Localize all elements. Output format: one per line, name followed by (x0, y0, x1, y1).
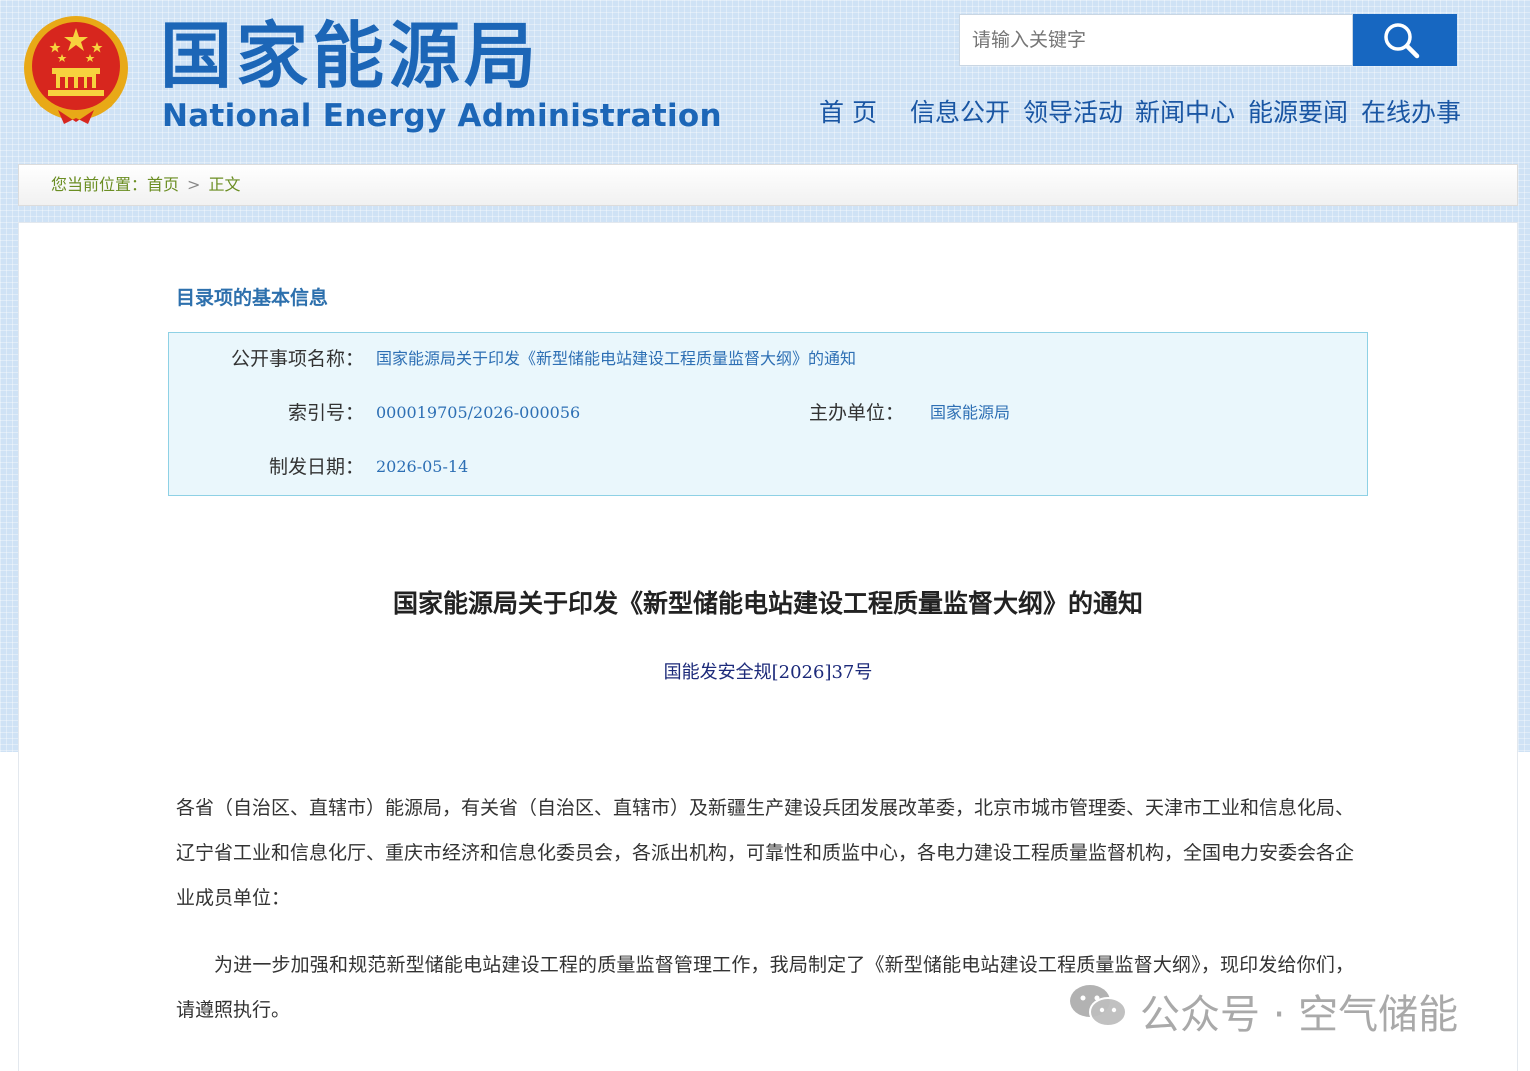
nav-item-online-services[interactable]: 在线办事 (1361, 94, 1461, 132)
site-header: 国家能源局 National Energy Administration 首 页… (0, 0, 1530, 165)
breadcrumb-prefix: 您当前位置： (51, 175, 148, 194)
info-label-org: 主办单位： (808, 402, 904, 424)
nav-item-news[interactable]: 新闻中心 (1135, 94, 1235, 132)
search-input[interactable] (959, 14, 1353, 66)
info-label-index: 索引号： (287, 402, 364, 424)
nav-item-energy-news[interactable]: 能源要闻 (1248, 94, 1348, 132)
nav-item-info-disclosure[interactable]: 信息公开 (910, 94, 1010, 132)
info-row-date: 制发日期： 2026-05-14 (169, 452, 1369, 482)
document-number: 国能发安全规[2026]37号 (663, 662, 873, 683)
info-row-index: 索引号： 000019705/2026-000056 主办单位： 国家能源局 (169, 398, 1369, 428)
catalog-info-title: 目录项的基本信息 (176, 287, 329, 309)
breadcrumb-home-link[interactable]: 首页 (147, 175, 179, 194)
document-title: 国家能源局关于印发《新型储能电站建设工程质量监督大纲》的通知 (392, 589, 1143, 618)
info-label-name: 公开事项名称： (230, 348, 364, 370)
breadcrumb-current: 正文 (208, 175, 241, 194)
info-row-name: 公开事项名称： 国家能源局关于印发《新型储能电站建设工程质量监督大纲》的通知 (169, 344, 1369, 374)
document-paragraph-recipients: 各省（自治区、直辖市）能源局，有关省（自治区、直辖市）及新疆生产建设兵团发展改革… (176, 797, 1355, 909)
info-value-name: 国家能源局关于印发《新型储能电站建设工程质量监督大纲》的通知 (376, 349, 857, 368)
info-label-date: 制发日期： (268, 456, 364, 478)
catalog-info-box: 公开事项名称： 国家能源局关于印发《新型储能电站建设工程质量监督大纲》的通知 索… (168, 332, 1368, 496)
site-logo-english[interactable]: National Energy Administration (162, 96, 722, 136)
info-value-org: 国家能源局 (930, 403, 1011, 422)
watermark: 公众号 · 空气储能 (1068, 984, 1458, 1038)
nav-item-home[interactable]: 首 页 (819, 94, 877, 132)
site-logo-chinese[interactable]: 国家能源局 (160, 10, 540, 102)
wechat-icon (1068, 981, 1128, 1041)
watermark-text: 公众号 · 空气储能 (1140, 992, 1459, 1038)
info-value-date: 2026-05-14 (376, 457, 469, 476)
breadcrumb: 您当前位置：首页 > 正文 (18, 164, 1518, 206)
info-value-index: 000019705/2026-000056 (376, 403, 581, 422)
search-button[interactable] (1353, 14, 1457, 66)
national-emblem-icon[interactable] (22, 14, 130, 128)
breadcrumb-separator: > (187, 175, 201, 194)
nav-item-leadership[interactable]: 领导活动 (1023, 94, 1123, 132)
